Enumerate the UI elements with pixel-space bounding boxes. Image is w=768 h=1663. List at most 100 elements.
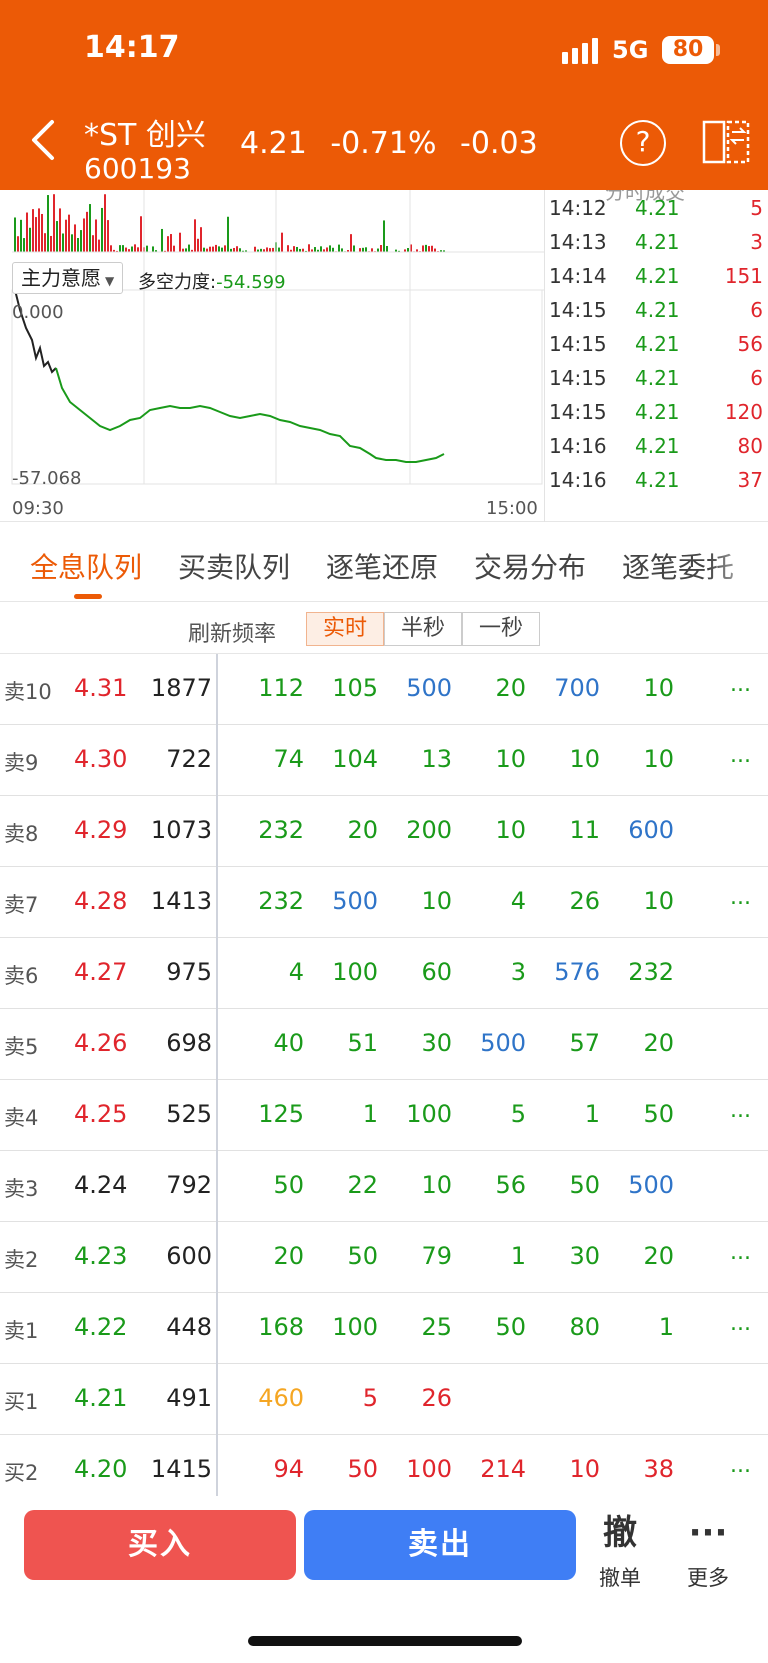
volume-bar bbox=[50, 235, 52, 252]
tick-price: 4.21 bbox=[635, 196, 680, 220]
volume-bar bbox=[110, 245, 112, 252]
queue-row[interactable]: 卖4 4.25 525 125 1 100 5 1 50... bbox=[0, 1080, 768, 1151]
queue-row[interactable]: 卖3 4.24 792 50 22 10 56 50 500 bbox=[0, 1151, 768, 1222]
queue-order-size: 26 bbox=[421, 1384, 452, 1412]
queue-row[interactable]: 卖10 4.31 1877 112 105 500 20 700 10... bbox=[0, 654, 768, 725]
queue-row[interactable]: 卖7 4.28 1413 232 500 10 4 26 10... bbox=[0, 867, 768, 938]
refresh-half-second-option[interactable]: 半秒 bbox=[384, 612, 462, 646]
order-queue-table[interactable]: 卖10 4.31 1877 112 105 500 20 700 10... 卖9 4.30 722 7… bbox=[0, 654, 768, 1496]
queue-total: 1413 bbox=[150, 887, 212, 915]
volume-bar bbox=[119, 245, 121, 252]
volume-bar bbox=[332, 247, 334, 252]
x-axis-end: 15:00 bbox=[486, 498, 538, 519]
tick-volume: 56 bbox=[737, 332, 763, 356]
queue-row[interactable]: 卖8 4.29 1073 232 20 200 10 11 600 bbox=[0, 796, 768, 867]
volume-bar bbox=[293, 246, 295, 252]
cancel-order-button[interactable]: 撤 撤单 bbox=[580, 1510, 660, 1592]
queue-order-size: 50 bbox=[347, 1455, 378, 1483]
volume-bar bbox=[89, 204, 91, 252]
volume-bar bbox=[146, 245, 148, 252]
volume-bar bbox=[386, 245, 388, 252]
queue-total: 698 bbox=[166, 1029, 212, 1057]
indicator-selector[interactable]: 主力意愿 ▼ bbox=[12, 262, 124, 294]
queue-order-size: 500 bbox=[332, 887, 378, 915]
queue-order-size: 125 bbox=[258, 1100, 304, 1128]
queue-total: 792 bbox=[166, 1171, 212, 1199]
queue-price: 4.20 bbox=[74, 1455, 128, 1483]
queue-more-indicator[interactable]: ... bbox=[730, 743, 751, 768]
queue-order-size: 38 bbox=[643, 1455, 674, 1483]
queue-row[interactable]: 卖2 4.23 600 20 50 79 1 30 20... bbox=[0, 1222, 768, 1293]
change-percent: -0.71% bbox=[330, 126, 437, 161]
queue-row[interactable]: 卖9 4.30 722 74 104 13 10 10 10... bbox=[0, 725, 768, 796]
queue-order-size: 4 bbox=[288, 958, 304, 986]
buy-button[interactable]: 买入 bbox=[24, 1510, 296, 1580]
volume-bar bbox=[83, 218, 85, 252]
refresh-realtime-option[interactable]: 实时 bbox=[306, 612, 384, 646]
queue-more-indicator[interactable]: ... bbox=[730, 672, 751, 697]
switch-stock-icon[interactable] bbox=[702, 118, 750, 166]
tick-price: 4.21 bbox=[635, 400, 680, 424]
volume-bar bbox=[209, 246, 211, 252]
volume-bar bbox=[53, 194, 55, 252]
queue-row[interactable]: 卖6 4.27 975 4 100 60 3 576 232 bbox=[0, 938, 768, 1009]
tick-volume: 151 bbox=[724, 264, 763, 288]
volume-bar bbox=[431, 245, 433, 252]
refresh-one-second-option[interactable]: 一秒 bbox=[462, 612, 540, 646]
tick-time: 14:15 bbox=[549, 298, 607, 322]
tab-trade-distribution[interactable]: 交易分布 bbox=[474, 546, 586, 586]
queue-more-indicator[interactable]: ... bbox=[730, 1098, 751, 1123]
queue-order-size: 100 bbox=[332, 1313, 378, 1341]
volume-bar bbox=[122, 245, 124, 252]
help-icon[interactable]: ? bbox=[620, 120, 666, 166]
change-amount: -0.03 bbox=[460, 126, 538, 161]
y-axis-bottom: -57.068 bbox=[12, 468, 82, 489]
indicator-metric: 多空力度:-54.599 bbox=[138, 268, 286, 294]
queue-price: 4.29 bbox=[74, 816, 128, 844]
volume-bar bbox=[152, 246, 154, 252]
volume-bar bbox=[236, 246, 238, 252]
tab-full-queue[interactable]: 全息队列 bbox=[30, 546, 142, 586]
volume-bar bbox=[239, 248, 241, 252]
queue-order-size: 26 bbox=[569, 887, 600, 915]
volume-bar bbox=[320, 246, 322, 252]
queue-row[interactable]: 买1 4.21 491 460 5 26 bbox=[0, 1364, 768, 1435]
queue-more-indicator[interactable]: ... bbox=[730, 1453, 751, 1478]
indicator-selector-label: 主力意愿 bbox=[21, 266, 101, 290]
volume-bar bbox=[14, 217, 16, 252]
queue-row[interactable]: 卖1 4.22 448 168 100 25 50 80 1... bbox=[0, 1293, 768, 1364]
queue-level: 卖2 bbox=[4, 1248, 39, 1272]
queue-row[interactable]: 买2 4.20 1415 94 50 100 214 10 38... bbox=[0, 1435, 768, 1496]
volume-bar bbox=[278, 247, 280, 252]
indicator-metric-label: 多空力度: bbox=[138, 272, 217, 293]
queue-price: 4.31 bbox=[74, 674, 128, 702]
tick-price: 4.21 bbox=[635, 332, 680, 356]
volume-bar bbox=[137, 247, 139, 252]
queue-price: 4.28 bbox=[74, 887, 128, 915]
queue-more-indicator[interactable]: ... bbox=[730, 1240, 751, 1265]
sell-button[interactable]: 卖出 bbox=[304, 1510, 576, 1580]
queue-order-size: 30 bbox=[421, 1029, 452, 1057]
queue-order-size: 105 bbox=[332, 674, 378, 702]
more-button[interactable]: ··· 更多 bbox=[668, 1510, 748, 1592]
home-indicator bbox=[248, 1636, 522, 1646]
volume-bar bbox=[92, 235, 94, 252]
queue-more-indicator[interactable]: ... bbox=[730, 1311, 751, 1336]
tab-bid-ask-queue[interactable]: 买卖队列 bbox=[178, 546, 290, 586]
tick-price: 4.21 bbox=[635, 264, 680, 288]
queue-order-size: 40 bbox=[273, 1029, 304, 1057]
queue-order-size: 11 bbox=[569, 816, 600, 844]
queue-row[interactable]: 卖5 4.26 698 40 51 30 500 57 20 bbox=[0, 1009, 768, 1080]
volume-bar bbox=[41, 213, 43, 252]
queue-order-size: 10 bbox=[569, 1455, 600, 1483]
queue-column-divider bbox=[216, 654, 218, 1496]
queue-more-indicator[interactable]: ... bbox=[730, 885, 751, 910]
queue-order-size: 576 bbox=[554, 958, 600, 986]
back-arrow-icon[interactable] bbox=[26, 118, 60, 162]
tab-tick-restore[interactable]: 逐笔还原 bbox=[326, 546, 438, 586]
tick-trades-list[interactable]: 分时成交 14:12 4.21 5 14:13 4.21 3 14:14 4.21 151 14:… bbox=[544, 190, 768, 522]
cancel-order-label: 撤单 bbox=[599, 1566, 641, 1590]
cancel-order-icon: 撤 bbox=[603, 1513, 637, 1553]
queue-total: 600 bbox=[166, 1242, 212, 1270]
queue-order-size: 51 bbox=[347, 1029, 378, 1057]
